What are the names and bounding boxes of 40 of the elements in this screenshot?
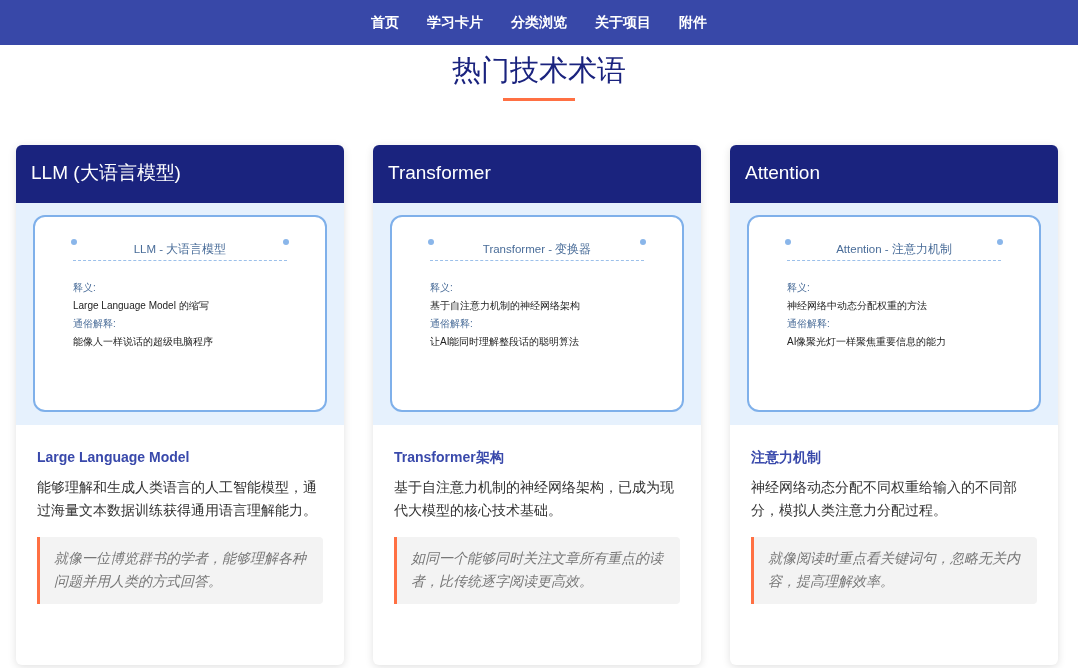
- explanation-label: 通俗解释:: [787, 317, 831, 332]
- illustration-heading: Attention - 注意力机制: [787, 230, 1001, 262]
- nav-link[interactable]: 首页: [357, 12, 413, 33]
- dot-icon: [997, 238, 1003, 245]
- dot-icon: [428, 238, 434, 245]
- analogy-quote: 如同一个能够同时关注文章所有重点的读者，比传统逐字阅读更高效。: [394, 536, 680, 604]
- definition-text: 神经网络中动态分配权重的方法: [787, 299, 928, 314]
- nav-link[interactable]: 关于项目: [581, 12, 665, 33]
- dot-icon: [283, 238, 289, 245]
- dot-icon: [640, 238, 646, 245]
- nav-link[interactable]: 附件: [665, 12, 721, 33]
- explanation-text: 能像人一样说话的超级电脑程序: [73, 335, 214, 350]
- term-description: 基于自注意力机制的神经网络架构，已成为现代大模型的核心技术基础。: [394, 477, 675, 521]
- explanation-label: 通俗解释:: [73, 317, 117, 332]
- nav-link[interactable]: 分类浏览: [497, 12, 581, 33]
- analogy-quote: 就像一位博览群书的学者，能够理解各种问题并用人类的方式回答。: [37, 536, 323, 604]
- section-title: 热门技术术语: [452, 53, 626, 88]
- definition-text: Large Language Model 的缩写: [73, 299, 210, 314]
- explanation-label: 通俗解释:: [430, 317, 474, 332]
- dot-icon: [785, 238, 791, 245]
- term-description: 神经网络动态分配不同权重给输入的不同部分，模拟人类注意力分配过程。: [751, 477, 1018, 521]
- dot-icon: [71, 238, 77, 245]
- definition-label: 释义:: [787, 281, 811, 296]
- definition-label: 释义:: [73, 281, 97, 296]
- card-title: LLM (大语言模型): [16, 144, 344, 203]
- nav-link[interactable]: 学习卡片: [413, 12, 497, 33]
- analogy-quote: 就像阅读时重点看关键词句，忽略无关内容，提高理解效率。: [751, 536, 1037, 604]
- explanation-text: AI像聚光灯一样聚焦重要信息的能力: [787, 335, 948, 350]
- definition-text: 基于自注意力机制的神经网络架构: [430, 299, 581, 314]
- term-subtitle: Transformer架构: [394, 447, 505, 467]
- definition-label: 释义:: [430, 281, 454, 296]
- illustration-heading: LLM - 大语言模型: [73, 230, 287, 262]
- term-description: 能够理解和生成人类语言的人工智能模型，通过海量文本数据训练获得通用语言理解能力。: [37, 477, 318, 521]
- title-underline: [503, 97, 575, 101]
- card-title: Transformer: [373, 144, 701, 203]
- illustration-heading: Transformer - 变换器: [430, 230, 644, 262]
- card-title: Attention: [730, 144, 1058, 203]
- term-subtitle: Large Language Model: [37, 447, 191, 467]
- explanation-text: 让AI能同时理解整段话的聪明算法: [430, 335, 581, 350]
- term-subtitle: 注意力机制: [751, 447, 822, 467]
